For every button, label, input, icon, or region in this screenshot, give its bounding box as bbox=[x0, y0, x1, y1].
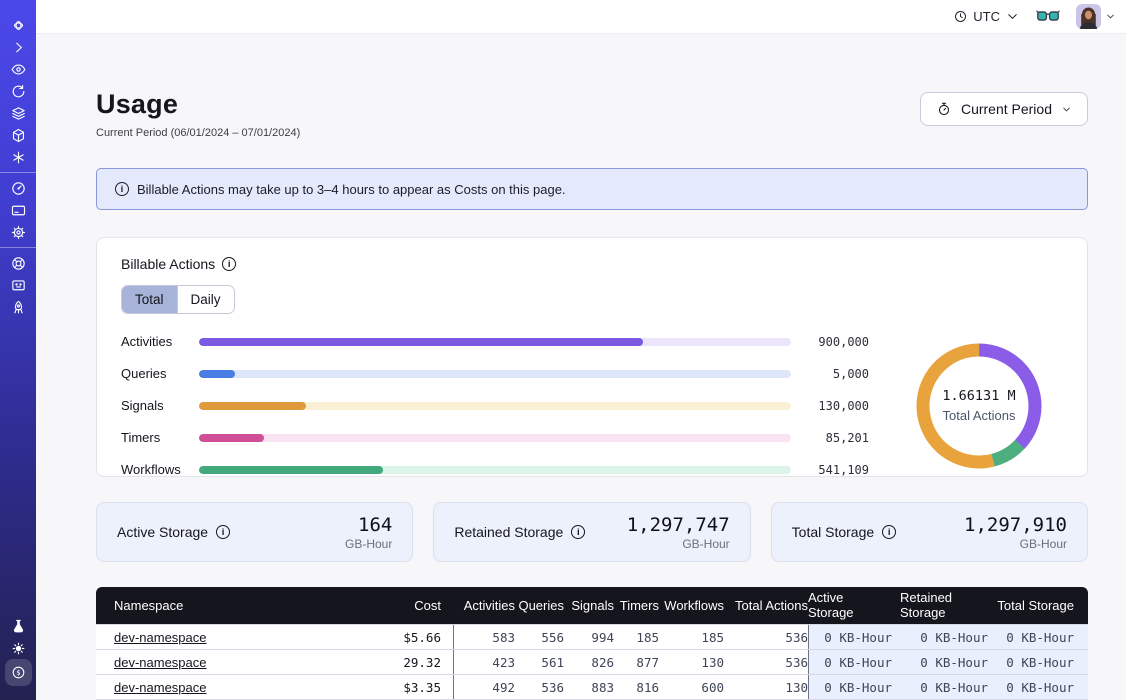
account-menu[interactable] bbox=[1076, 4, 1116, 29]
storage-summary-row: Active Storage 164 GB-Hour Retained Stor… bbox=[96, 502, 1088, 562]
avatar bbox=[1076, 4, 1101, 29]
bar-track bbox=[199, 402, 791, 410]
bar-track bbox=[199, 338, 791, 346]
info-icon[interactable] bbox=[571, 525, 585, 539]
period-selector-button[interactable]: Current Period bbox=[920, 92, 1088, 126]
topbar: UTC bbox=[36, 0, 1126, 34]
chevron-down-icon bbox=[1105, 11, 1116, 22]
namespace-link[interactable]: dev-namespace bbox=[114, 680, 207, 695]
flask-icon[interactable] bbox=[0, 615, 36, 637]
total-storage-card: Total Storage 1,297,910 GB-Hour bbox=[771, 502, 1088, 562]
gauge-icon[interactable] bbox=[0, 177, 36, 199]
active-storage-card: Active Storage 164 GB-Hour bbox=[96, 502, 413, 562]
active-storage-value: 164 bbox=[345, 514, 392, 536]
bar-row-timers: Timers 85,201 bbox=[121, 430, 869, 445]
total-storage-value: 1,297,910 bbox=[964, 514, 1067, 536]
stopwatch-icon bbox=[936, 101, 952, 117]
page-title: Usage bbox=[96, 89, 300, 120]
period-selector-label: Current Period bbox=[961, 101, 1052, 117]
bar-row-workflows: Workflows 541,109 bbox=[121, 462, 869, 477]
history-icon[interactable] bbox=[0, 80, 36, 102]
chevron-down-icon bbox=[1061, 104, 1072, 115]
credit-card-icon[interactable] bbox=[0, 199, 36, 221]
bar-track bbox=[199, 434, 791, 442]
eye-icon[interactable] bbox=[0, 58, 36, 80]
table-row: dev-namespace $3.35 492 536 883 816 600 … bbox=[96, 674, 1088, 699]
usage-coin-icon[interactable]: $ bbox=[5, 659, 32, 686]
lifebuoy-icon[interactable] bbox=[0, 252, 36, 274]
retained-storage-value: 1,297,747 bbox=[627, 514, 730, 536]
cube-icon[interactable] bbox=[0, 124, 36, 146]
table-header-row: Namespace Cost Activities Queries Signal… bbox=[96, 587, 1088, 624]
rocket-icon[interactable] bbox=[0, 296, 36, 318]
info-banner: Billable Actions may take up to 3–4 hour… bbox=[96, 168, 1088, 210]
namespace-usage-table: Namespace Cost Activities Queries Signal… bbox=[96, 587, 1088, 700]
sidebar-divider bbox=[0, 247, 36, 248]
info-banner-text: Billable Actions may take up to 3–4 hour… bbox=[137, 182, 566, 197]
bar-track bbox=[199, 466, 791, 474]
svg-text:$: $ bbox=[16, 669, 20, 677]
chevron-right-icon[interactable] bbox=[0, 36, 36, 58]
clock-icon bbox=[953, 9, 968, 24]
page-subtitle: Current Period (06/01/2024 – 07/01/2024) bbox=[96, 127, 300, 139]
chevron-down-icon bbox=[1005, 9, 1020, 24]
tab-total[interactable]: Total bbox=[122, 286, 177, 313]
billable-actions-title: Billable Actions bbox=[121, 256, 215, 272]
total-actions-donut: 1.66131 M Total Actions bbox=[895, 336, 1063, 476]
timezone-dropdown[interactable]: UTC bbox=[953, 9, 1020, 24]
info-icon[interactable] bbox=[222, 257, 236, 271]
tab-daily[interactable]: Daily bbox=[177, 286, 234, 313]
billable-view-tabs: Total Daily bbox=[121, 285, 235, 314]
sidebar: $ bbox=[0, 0, 36, 700]
support-screen-icon[interactable] bbox=[0, 274, 36, 296]
layers-icon[interactable] bbox=[0, 102, 36, 124]
sidebar-divider bbox=[0, 172, 36, 173]
sun-icon[interactable] bbox=[0, 637, 36, 659]
namespace-link[interactable]: dev-namespace bbox=[114, 655, 207, 670]
billable-actions-card: Billable Actions Total Daily Activities … bbox=[96, 237, 1088, 477]
bar-row-queries: Queries 5,000 bbox=[121, 366, 869, 381]
table-row: dev-namespace $5.66 583 556 994 185 185 … bbox=[96, 624, 1088, 649]
namespace-link[interactable]: dev-namespace bbox=[114, 630, 207, 645]
donut-total-value: 1.66131 M bbox=[942, 388, 1015, 404]
retained-storage-card: Retained Storage 1,297,747 GB-Hour bbox=[433, 502, 750, 562]
timezone-label: UTC bbox=[973, 9, 1000, 24]
gear-icon[interactable] bbox=[0, 221, 36, 243]
temporal-logo-icon[interactable] bbox=[0, 14, 36, 36]
asterisk-icon[interactable] bbox=[0, 146, 36, 168]
info-icon bbox=[115, 182, 129, 196]
bar-row-signals: Signals 130,000 bbox=[121, 398, 869, 413]
table-row: dev-namespace 29.32 423 561 826 877 130 … bbox=[96, 649, 1088, 674]
main-content: Usage Current Period (06/01/2024 – 07/01… bbox=[36, 34, 1126, 700]
bar-row-activities: Activities 900,000 bbox=[121, 334, 869, 349]
donut-total-label: Total Actions bbox=[942, 408, 1015, 423]
billable-actions-chart: Activities 900,000 Queries 5,000 Signals… bbox=[121, 334, 1063, 477]
glasses-icon[interactable] bbox=[1036, 9, 1060, 24]
info-icon[interactable] bbox=[882, 525, 896, 539]
bar-track bbox=[199, 370, 791, 378]
info-icon[interactable] bbox=[216, 525, 230, 539]
